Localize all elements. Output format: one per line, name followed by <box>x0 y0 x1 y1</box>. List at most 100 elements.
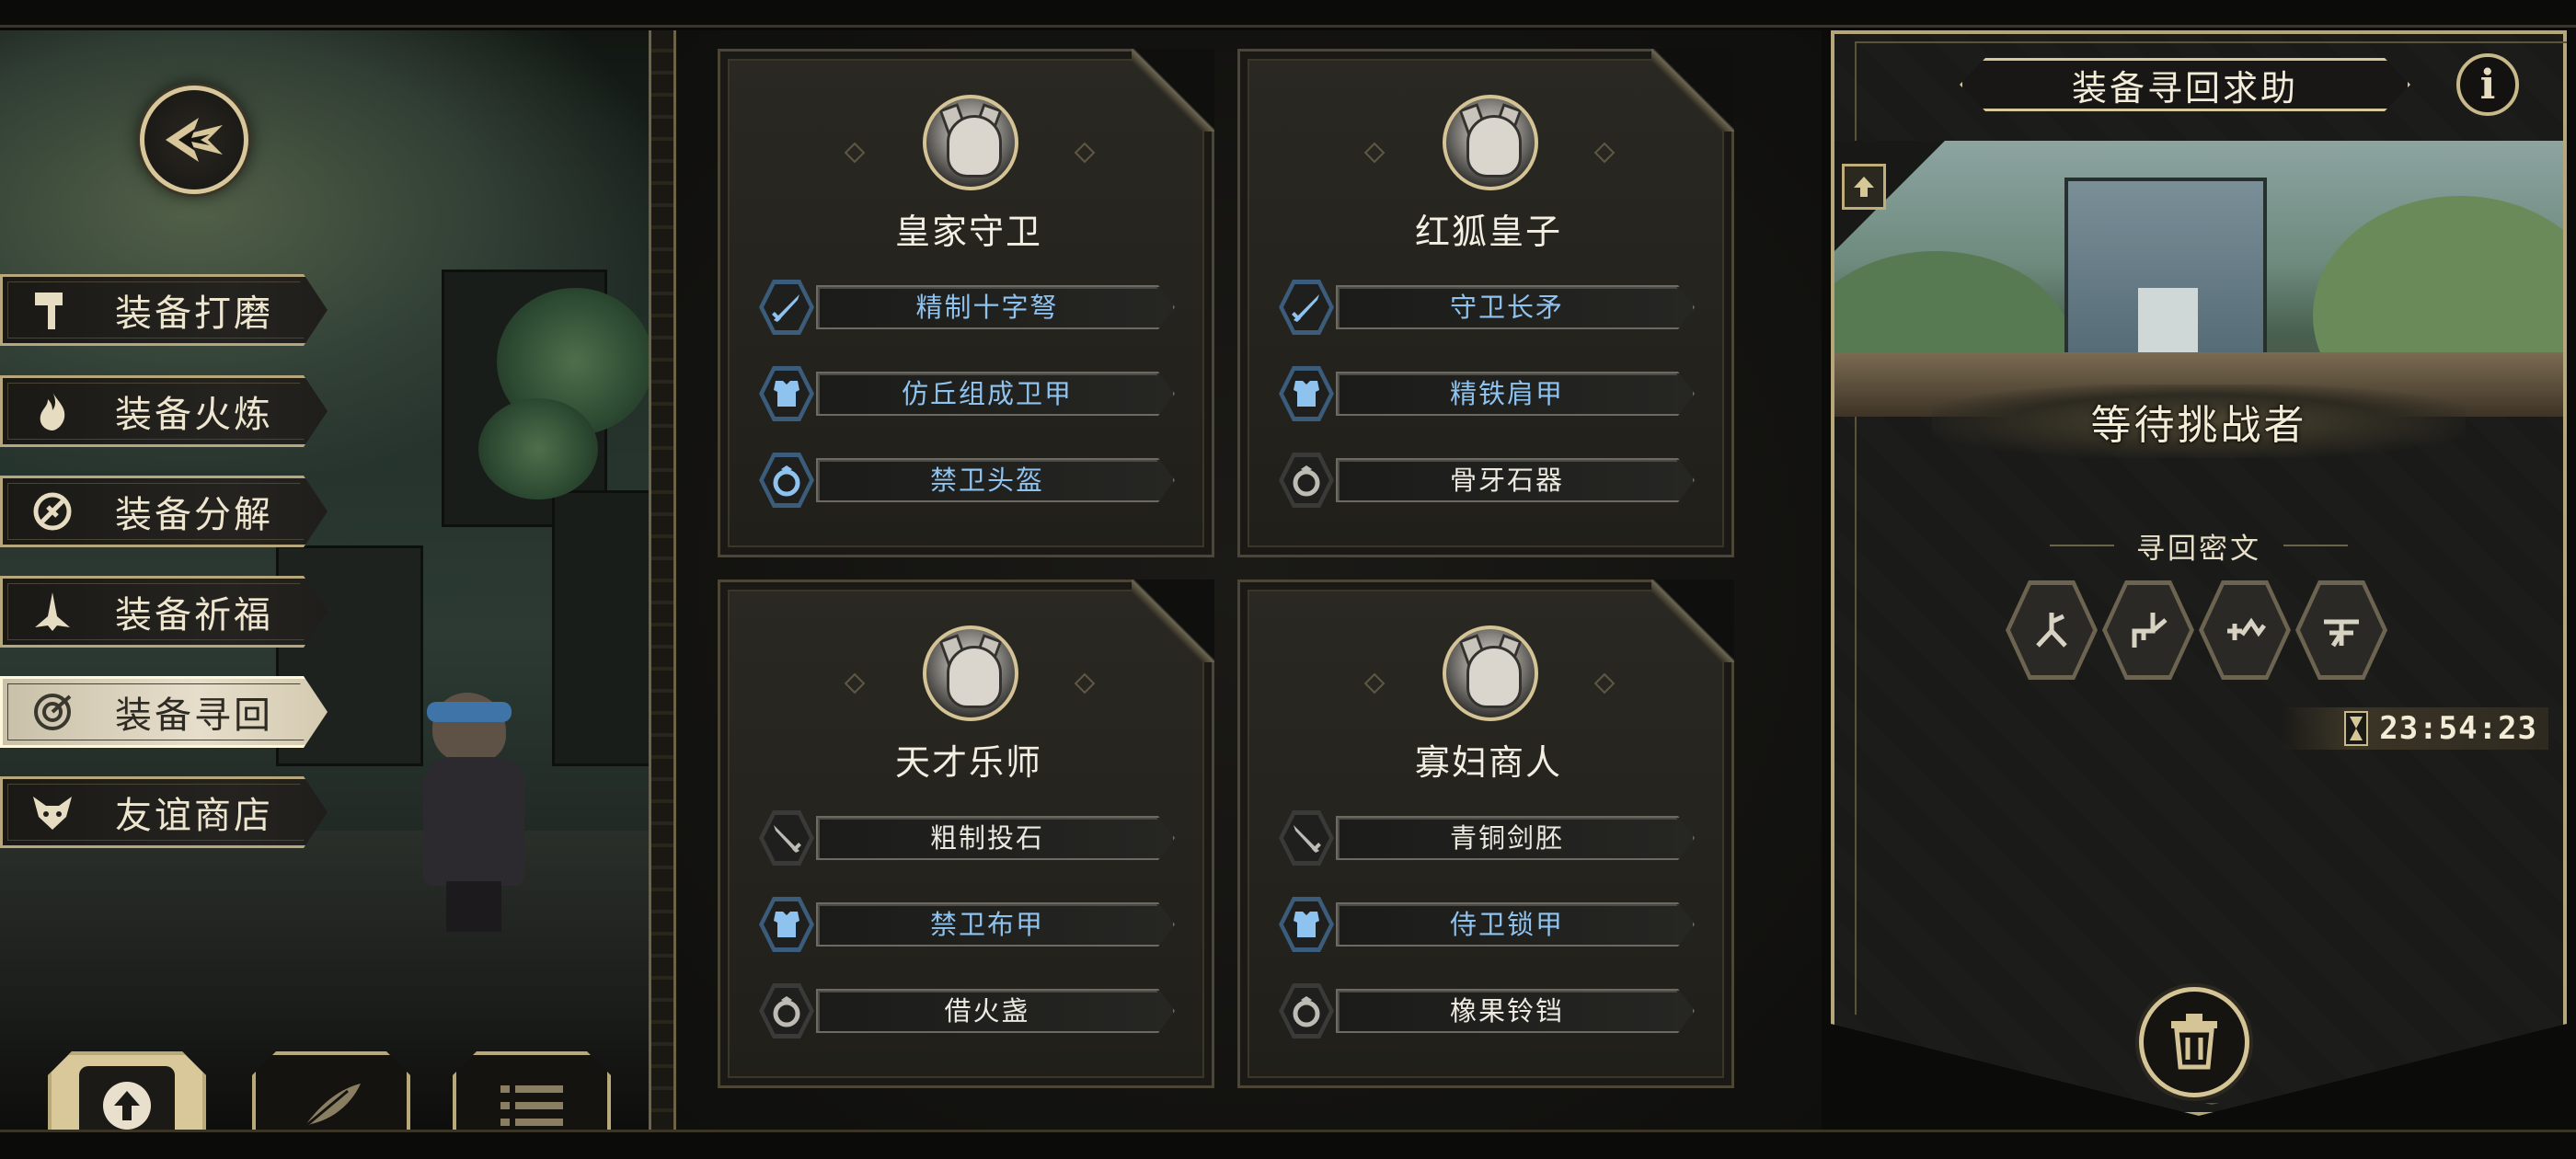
rune-slot[interactable] <box>2102 580 2194 680</box>
back-button[interactable] <box>140 86 248 194</box>
stage-image <box>1834 141 2563 417</box>
status-banner: 等待挑战者 <box>1932 384 2466 458</box>
boss-card[interactable]: 寡妇商人 青铜剑胚 侍卫锁甲 橡果铃铛 <box>1237 580 1734 1088</box>
boss-name: 天才乐师 <box>894 742 1042 783</box>
equip-row[interactable]: 青铜剑胚 <box>1279 810 1702 866</box>
boss-portrait <box>923 625 1018 721</box>
scene-tree <box>478 398 598 499</box>
rune-4-icon <box>2324 619 2359 648</box>
equip-row[interactable]: 借火盏 <box>759 983 1182 1039</box>
equip-row[interactable]: 守卫长矛 <box>1279 280 1702 335</box>
target-icon <box>25 684 80 740</box>
equip-row[interactable]: 禁卫布甲 <box>759 897 1182 952</box>
boss-portrait <box>1443 95 1538 190</box>
armor-icon <box>774 912 799 937</box>
menu-item-polish[interactable]: 装备打磨 <box>0 274 328 346</box>
equip-row[interactable]: 橡果铃铛 <box>1279 983 1702 1039</box>
equip-name: 守卫长矛 <box>1449 292 1564 323</box>
equip-row[interactable]: 骨牙石器 <box>1279 453 1702 508</box>
status-text: 等待挑战者 <box>2090 402 2307 449</box>
ring-icon <box>773 996 800 1027</box>
countdown-timer: 23:54:23 <box>2282 707 2548 750</box>
equip-row[interactable]: 精制十字弩 <box>759 280 1182 335</box>
equip-name: 橡果铃铛 <box>1449 995 1564 1027</box>
ring-icon <box>1293 465 1320 497</box>
armor-icon <box>774 381 799 407</box>
rune-2-icon <box>2132 613 2168 648</box>
boss-card[interactable]: 红狐皇子 守卫长矛 精铁肩甲 骨牙石器 <box>1237 49 1734 557</box>
menu-item-label: 装备祈福 <box>115 594 273 637</box>
equip-row[interactable]: 侍卫锁甲 <box>1279 897 1702 952</box>
panel-title-banner: 装备寻回求助 <box>1960 58 2410 111</box>
bottom-frame <box>0 1130 2576 1159</box>
list-icon <box>500 1085 563 1126</box>
boss-grid: 皇家守卫 精制十字弩 仿丘组成卫甲 禁卫头盔 红狐皇子 守卫长矛 精铁肩甲 骨牙… <box>676 30 1822 1130</box>
info-icon: i <box>2479 61 2496 109</box>
panel-title: 装备寻回求助 <box>2071 67 2298 109</box>
sword-icon <box>772 294 799 322</box>
menu-item-label: 装备打磨 <box>115 293 273 335</box>
rune-slot[interactable] <box>2295 580 2387 680</box>
equip-name: 青铜剑胚 <box>1449 822 1564 854</box>
menu-item-disassemble[interactable]: 装备分解 <box>0 476 328 547</box>
menu-item-shop[interactable]: 友谊商店 <box>0 776 328 848</box>
menu-item-refine[interactable]: 装备火炼 <box>0 375 328 447</box>
boss-card[interactable]: 皇家守卫 精制十字弩 仿丘组成卫甲 禁卫头盔 <box>718 49 1214 557</box>
equip-name: 粗制投石 <box>929 822 1044 854</box>
equip-row[interactable]: 粗制投石 <box>759 810 1182 866</box>
menu-item-retrieve[interactable]: 装备寻回 <box>0 676 328 748</box>
rune-list <box>2006 580 2392 682</box>
feather-button[interactable] <box>252 1051 410 1130</box>
disassemble-icon <box>25 484 80 539</box>
armor-icon <box>1294 381 1319 407</box>
menu-item-label: 装备分解 <box>115 494 273 536</box>
boss-portrait <box>923 95 1018 190</box>
menu-item-label: 友谊商店 <box>115 795 273 837</box>
upload-button[interactable] <box>48 1051 206 1130</box>
pray-icon <box>25 584 80 639</box>
menu-item-label: 装备火炼 <box>115 394 273 436</box>
trash-icon <box>2171 1014 2217 1070</box>
back-arrow-icon <box>166 118 223 162</box>
boss-name: 红狐皇子 <box>1414 212 1562 252</box>
upload-icon <box>103 1082 151 1130</box>
ring-icon <box>1293 996 1320 1027</box>
equip-row[interactable]: 精铁肩甲 <box>1279 366 1702 421</box>
rune-slot[interactable] <box>2006 580 2098 680</box>
feather-icon <box>303 1084 361 1130</box>
boss-name: 寡妇商人 <box>1414 742 1562 783</box>
rune-label: 寻回密文 <box>2136 532 2261 566</box>
menu-item-label: 装备寻回 <box>115 694 273 737</box>
menu-item-pray[interactable]: 装备祈福 <box>0 576 328 648</box>
stage-expand-button[interactable] <box>1842 164 1886 210</box>
equip-name: 精制十字弩 <box>915 292 1059 323</box>
list-button[interactable] <box>453 1051 611 1130</box>
hourglass-icon <box>2344 711 2369 746</box>
sword-icon <box>1294 825 1321 853</box>
delete-button[interactable] <box>2139 987 2249 1097</box>
left-panel: 装备打磨 装备火炼 装备分解 装备祈福 装备寻回 友谊商店 <box>0 30 649 1130</box>
boss-card[interactable]: 天才乐师 粗制投石 禁卫布甲 借火盏 <box>718 580 1214 1088</box>
top-frame <box>0 0 2576 28</box>
rune-section-header: 寻回密文 <box>1822 527 2576 566</box>
boss-name: 皇家守卫 <box>894 212 1042 252</box>
equip-name: 禁卫头盔 <box>929 465 1044 496</box>
rune-1-icon <box>2036 613 2067 648</box>
equip-row[interactable]: 禁卫头盔 <box>759 453 1182 508</box>
equip-name: 精铁肩甲 <box>1449 378 1564 409</box>
equip-row[interactable]: 仿丘组成卫甲 <box>759 366 1182 421</box>
equip-name: 仿丘组成卫甲 <box>901 378 1073 409</box>
rune-3-icon <box>2227 617 2266 640</box>
arrow-up-icon <box>1854 177 1874 197</box>
rune-slot[interactable] <box>2199 580 2291 680</box>
boss-portrait <box>1443 625 1538 721</box>
ornate-divider <box>649 30 676 1130</box>
scene-building <box>552 490 649 766</box>
timer-text: 23:54:23 <box>2379 710 2537 747</box>
info-button[interactable]: i <box>2456 53 2519 116</box>
fox-icon <box>25 785 80 840</box>
retrieve-help-panel: 装备寻回求助 i 等待挑战者 寻回密文 23:54:23 <box>1822 30 2576 1130</box>
equip-name: 禁卫布甲 <box>929 909 1044 940</box>
sword-icon <box>1292 294 1319 322</box>
sword-icon <box>774 825 801 853</box>
